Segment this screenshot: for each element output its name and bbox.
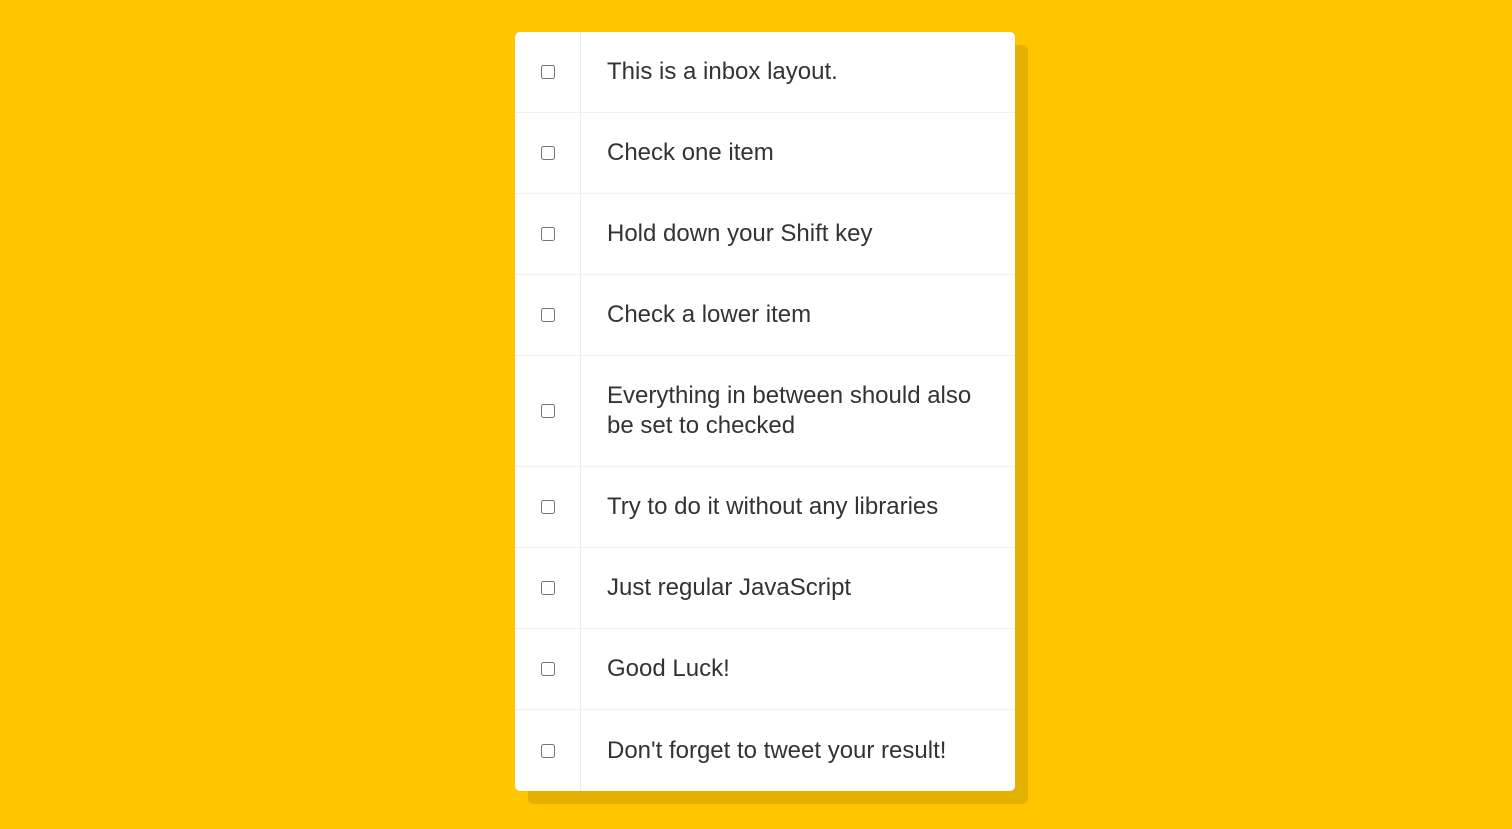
item-label: Don't forget to tweet your result! [607,736,947,764]
item-checkbox[interactable] [540,308,555,322]
inbox-item[interactable]: Hold down your Shift key [515,194,1015,275]
item-checkbox[interactable] [540,662,555,676]
item-label: This is a inbox layout. [607,58,838,85]
item-checkbox[interactable] [540,146,555,160]
checkbox-cell [515,548,581,628]
item-label: Just regular JavaScript [607,574,852,601]
item-label: Hold down your Shift key [607,220,873,247]
inbox-item[interactable]: Good Luck! [515,629,1015,710]
item-checkbox[interactable] [540,500,555,514]
inbox-list: This is a inbox layout. Check one item H… [515,32,1015,791]
checkbox-cell [515,356,581,466]
item-checkbox[interactable] [540,581,555,595]
checkbox-cell [515,275,581,355]
item-label: Try to do it without any libraries [607,493,939,520]
inbox-item[interactable]: Don't forget to tweet your result! [515,710,1015,791]
inbox-item[interactable]: Check one item [515,113,1015,194]
item-checkbox[interactable] [540,227,555,241]
checkbox-cell [515,710,581,791]
item-label: Good Luck! [607,655,730,682]
item-checkbox[interactable] [540,743,555,758]
item-checkbox[interactable] [540,404,555,418]
checkbox-cell [515,629,581,709]
inbox-item[interactable]: This is a inbox layout. [515,32,1015,113]
inbox-item[interactable]: Just regular JavaScript [515,548,1015,629]
checkbox-cell [515,194,581,274]
inbox-item[interactable]: Try to do it without any libraries [515,467,1015,548]
item-label: Check a lower item [607,301,812,328]
checkbox-cell [515,467,581,547]
checkbox-cell [515,32,581,112]
checkbox-cell [515,113,581,193]
inbox-item[interactable]: Everything in between should also be set… [515,356,1015,467]
item-checkbox[interactable] [540,65,555,79]
inbox-item[interactable]: Check a lower item [515,275,1015,356]
item-label: Check one item [607,139,774,166]
item-label: Everything in between should also be set… [607,382,972,439]
